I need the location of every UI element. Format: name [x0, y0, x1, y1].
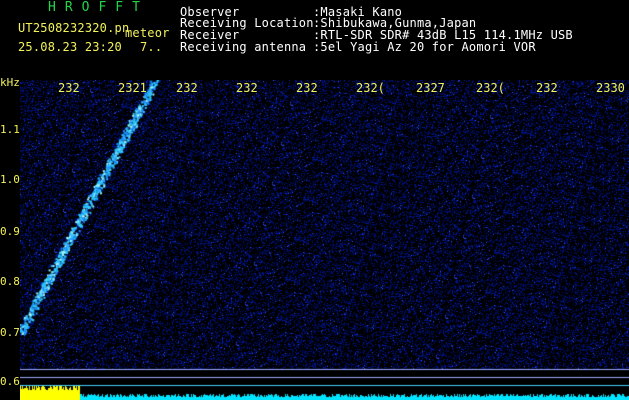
y-tick-label: 1.0 — [0, 173, 20, 186]
meteor-count: 7.. — [140, 40, 163, 54]
waterfall-spectrogram — [20, 80, 629, 400]
x-tick-label: 232( — [476, 81, 505, 95]
antenna-label: Receiving antenna — [180, 40, 307, 54]
y-tick-label: 0.6 — [0, 375, 20, 388]
y-tick-label: 0.7 — [0, 326, 20, 339]
x-tick-label: 232( — [356, 81, 385, 95]
x-tick-label: 232 — [58, 81, 80, 95]
y-tick-label: 0.8 — [0, 275, 20, 288]
meteor-label: meteor — [125, 26, 170, 40]
x-tick-label: 232 — [236, 81, 258, 95]
x-tick-label: 232 — [176, 81, 198, 95]
y-axis-unit: kHz — [0, 76, 20, 89]
antenna-value: :5el Yagi Az 20 for Aomori VOR — [313, 40, 536, 54]
x-tick-label: 232 — [296, 81, 318, 95]
file-datetime: 25.08.23 23:20 — [18, 40, 122, 54]
x-tick-label: 2321 — [118, 81, 147, 95]
header-panel: HROFFT UT2508232320.pn meteor 25.08.23 2… — [0, 0, 629, 78]
x-tick-label: 2327 — [416, 81, 445, 95]
y-tick-label: 0.9 — [0, 225, 20, 238]
app-title: HROFFT — [48, 0, 149, 15]
y-tick-label: 1.1 — [0, 123, 20, 136]
file-name: UT2508232320.pn — [18, 21, 130, 35]
x-tick-label: 232 — [536, 81, 558, 95]
x-tick-label: 2330 — [596, 81, 625, 95]
